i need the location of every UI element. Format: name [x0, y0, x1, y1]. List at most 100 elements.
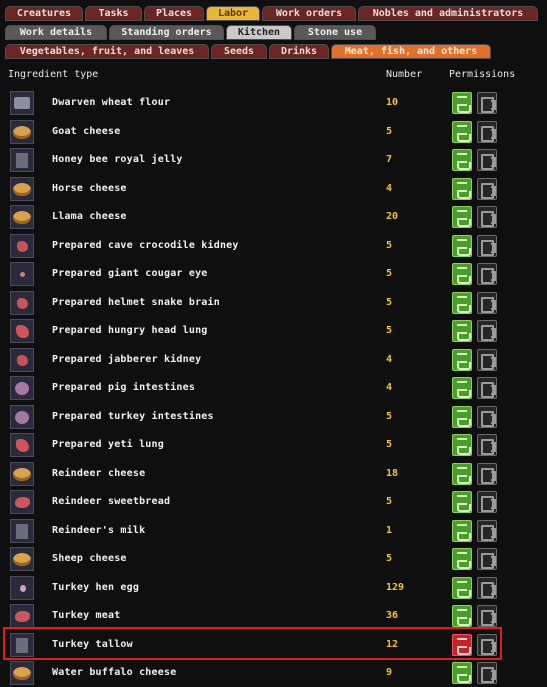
brew-permission-toggle-icon[interactable] [477, 633, 497, 656]
cook-permission-toggle-icon[interactable] [452, 662, 472, 684]
flour-bag-icon [10, 91, 34, 115]
ingredient-row: Turkey hen egg 129 [0, 574, 547, 602]
cook-permission-toggle-icon[interactable] [452, 605, 472, 627]
tab-vegetables-fruit-leaves[interactable]: Vegetables, fruit, and leaves [5, 44, 209, 59]
ingredient-count: 4 [386, 182, 393, 194]
cook-permission-toggle-icon[interactable] [452, 377, 472, 399]
ingredient-count: 12 [386, 638, 399, 650]
cook-permission-toggle-icon[interactable] [452, 320, 472, 342]
brew-permission-toggle-icon[interactable] [477, 434, 497, 456]
tallow-icon [10, 632, 34, 657]
kitchen-category-tab-bar: Vegetables, fruit, and leaves Seeds Drin… [0, 44, 547, 59]
column-header-number: Number [386, 69, 423, 80]
tab-nobles-and-administrators[interactable]: Nobles and administrators [358, 6, 538, 21]
ingredient-name: Turkey hen egg [52, 581, 140, 593]
brew-permission-toggle-icon[interactable] [477, 234, 497, 257]
tab-drinks[interactable]: Drinks [269, 44, 329, 59]
cook-permission-toggle-icon[interactable] [452, 149, 472, 171]
ingredient-count: 20 [386, 211, 399, 222]
ingredient-name: Prepared hungry head lung [52, 325, 208, 336]
cook-permission-toggle-icon[interactable] [452, 462, 472, 485]
cook-permission-toggle-icon[interactable] [452, 434, 472, 456]
ingredient-count: 5 [386, 325, 393, 336]
cook-permission-toggle-icon[interactable] [452, 576, 472, 599]
brew-permission-toggle-icon[interactable] [477, 462, 497, 485]
brew-permission-toggle-icon[interactable] [477, 405, 497, 428]
ingredient-name: Honey bee royal jelly [52, 154, 183, 165]
ingredient-count: 36 [386, 610, 399, 621]
brew-permission-toggle-icon[interactable] [477, 263, 497, 285]
cook-permission-toggle-icon[interactable] [452, 548, 472, 570]
brew-permission-toggle-icon[interactable] [477, 177, 497, 200]
ingredient-name: Prepared jabberer kidney [52, 353, 202, 365]
cook-permission-toggle-icon[interactable] [452, 120, 472, 143]
brew-permission-toggle-icon[interactable] [477, 662, 497, 684]
cook-permission-toggle-icon[interactable] [452, 263, 472, 285]
cheese-wheel-icon [10, 461, 34, 486]
milk-icon [10, 518, 34, 543]
ingredient-row: Reindeer sweetbread 5 [0, 488, 547, 516]
brew-permission-toggle-icon[interactable] [477, 576, 497, 599]
ingredient-row: Turkey tallow 12 [0, 631, 547, 659]
ingredient-row: Honey bee royal jelly 7 [0, 146, 547, 174]
ingredient-count: 5 [386, 439, 393, 450]
ingredient-name: Reindeer sweetbread [52, 496, 171, 507]
brew-permission-toggle-icon[interactable] [477, 491, 497, 513]
ingredient-count: 18 [386, 467, 399, 479]
tab-labor[interactable]: Labor [206, 6, 260, 21]
tab-places[interactable]: Places [144, 6, 204, 21]
cook-permission-toggle-icon[interactable] [452, 491, 472, 513]
kidney-icon [10, 347, 34, 372]
tab-seeds[interactable]: Seeds [211, 44, 267, 59]
ingredient-name: Llama cheese [52, 211, 127, 222]
tab-meat-fish-others[interactable]: Meat, fish, and others [331, 44, 491, 59]
brew-permission-toggle-icon[interactable] [477, 206, 497, 228]
ingredient-row: Prepared yeti lung 5 [0, 431, 547, 459]
tab-stone-use[interactable]: Stone use [294, 25, 376, 40]
tab-kitchen[interactable]: Kitchen [226, 25, 292, 40]
egg-icon [10, 575, 34, 600]
main-tab-bar: Creatures Tasks Places Labor Work orders… [0, 6, 547, 21]
brew-permission-toggle-icon[interactable] [477, 519, 497, 542]
brew-permission-toggle-icon[interactable] [477, 377, 497, 399]
brew-permission-toggle-icon[interactable] [477, 348, 497, 371]
brew-permission-toggle-icon[interactable] [477, 120, 497, 143]
ingredient-row: Llama cheese 20 [0, 203, 547, 231]
cook-permission-toggle-icon[interactable] [452, 234, 472, 257]
tab-work-details[interactable]: Work details [5, 25, 107, 40]
brew-permission-toggle-icon[interactable] [477, 605, 497, 627]
cook-permission-toggle-icon[interactable] [452, 348, 472, 371]
cook-permission-toggle-icon[interactable] [452, 92, 472, 114]
brew-permission-toggle-icon[interactable] [477, 149, 497, 171]
cook-permission-toggle-icon[interactable] [452, 405, 472, 428]
column-header-ingredient: Ingredient type [8, 69, 99, 80]
tab-standing-orders[interactable]: Standing orders [109, 25, 224, 40]
ingredient-count: 5 [386, 296, 393, 308]
cook-permission-toggle-icon[interactable] [452, 177, 472, 200]
brew-permission-toggle-icon[interactable] [477, 320, 497, 342]
cook-permission-toggle-icon[interactable] [452, 633, 472, 656]
cook-permission-toggle-icon[interactable] [452, 291, 472, 314]
ingredient-count: 9 [386, 667, 393, 678]
ingredient-row: Prepared hungry head lung 5 [0, 317, 547, 345]
brew-permission-toggle-icon[interactable] [477, 291, 497, 314]
cook-permission-toggle-icon[interactable] [452, 206, 472, 228]
ingredient-count: 5 [386, 125, 393, 137]
ingredient-name: Prepared turkey intestines [52, 410, 214, 422]
brew-permission-toggle-icon[interactable] [477, 548, 497, 570]
tab-creatures[interactable]: Creatures [5, 6, 83, 21]
eye-icon [10, 262, 34, 286]
cheese-wheel-icon [10, 547, 34, 571]
ingredient-name: Reindeer cheese [52, 467, 146, 479]
ingredient-name: Goat cheese [52, 125, 121, 137]
brew-permission-toggle-icon[interactable] [477, 92, 497, 114]
ingredient-name: Prepared giant cougar eye [52, 268, 208, 279]
tab-tasks[interactable]: Tasks [85, 6, 142, 21]
ingredient-count: 4 [386, 353, 393, 365]
ingredient-name: Prepared helmet snake brain [52, 296, 220, 308]
ingredient-count: 5 [386, 553, 393, 564]
ingredient-name: Turkey tallow [52, 638, 133, 650]
tab-work-orders[interactable]: Work orders [262, 6, 356, 21]
ingredient-count: 129 [386, 581, 405, 593]
cook-permission-toggle-icon[interactable] [452, 519, 472, 542]
